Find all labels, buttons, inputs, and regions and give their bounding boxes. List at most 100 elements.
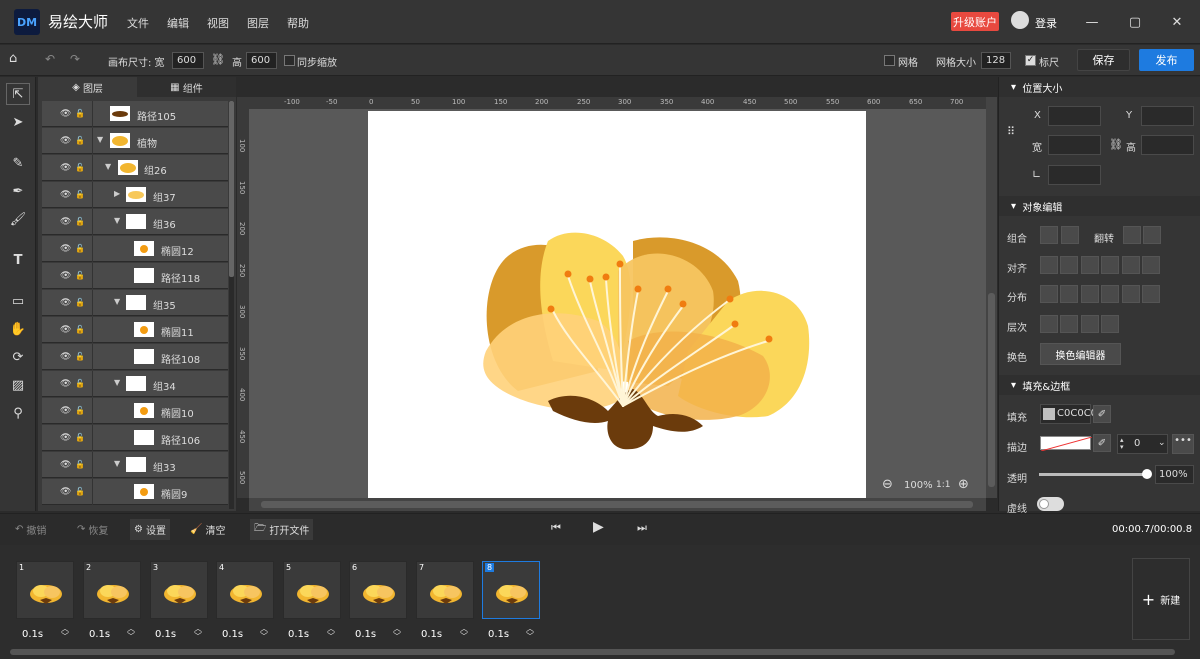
eye-icon[interactable]: 👁 <box>60 487 71 497</box>
link-icon[interactable]: ⛓ <box>211 53 225 66</box>
align-bottom-icon[interactable] <box>1142 256 1160 274</box>
skip-back-icon[interactable]: ⏮ <box>551 521 561 535</box>
eye-icon[interactable]: 👁 <box>60 406 71 416</box>
lock-icon[interactable]: 🔓 <box>75 433 85 442</box>
frame-duration[interactable]: 0.1s <box>22 629 43 640</box>
eye-icon[interactable]: 👁 <box>60 271 71 281</box>
eye-icon[interactable]: 👁 <box>60 190 71 200</box>
lock-icon[interactable]: 🔓 <box>75 271 85 280</box>
eye-icon[interactable]: 👁 <box>60 433 71 443</box>
new-frame-button[interactable]: + 新建 <box>1132 558 1190 640</box>
align-right-icon[interactable] <box>1081 256 1099 274</box>
flower-artwork[interactable] <box>368 111 866 498</box>
lock-icon[interactable]: 🔓 <box>75 406 85 415</box>
frame-thumbnail[interactable]: 4 <box>216 561 274 619</box>
layer-row[interactable]: 👁 🔓 ▼ 植物 <box>42 128 228 154</box>
stroke-width-select[interactable]: ▴ ▾ 0 ⌄ <box>1117 434 1168 454</box>
duration-stepper-icon[interactable]: ︿ ﹀ <box>393 625 401 641</box>
layer-row[interactable]: 👁 🔓 ▼ 组35 <box>42 290 228 316</box>
bring-forward-icon[interactable] <box>1060 315 1078 333</box>
minimize-icon[interactable]: — <box>1082 12 1102 32</box>
duration-stepper-icon[interactable]: ︿ ﹀ <box>260 625 268 641</box>
align-top-icon[interactable] <box>1101 256 1119 274</box>
more-options-icon[interactable]: ••• <box>1172 434 1194 454</box>
fill-stroke-header[interactable]: ▾ 填充&边框 <box>999 375 1200 395</box>
object-edit-header[interactable]: ▾ 对象编辑 <box>999 196 1200 216</box>
frame-thumbnail[interactable]: 7 <box>416 561 474 619</box>
lock-icon[interactable]: 🔓 <box>75 190 85 199</box>
link-proportion-icon[interactable]: ⛓ <box>1109 138 1123 151</box>
stroke-eyedropper-icon[interactable]: ✐ <box>1093 434 1111 452</box>
distribute-bottom-icon[interactable] <box>1142 285 1160 303</box>
publish-button[interactable]: 发布 <box>1139 49 1194 71</box>
user-avatar-icon[interactable] <box>1011 11 1029 29</box>
brush-icon[interactable]: 🖌 <box>6 208 30 230</box>
opacity-slider[interactable] <box>1039 469 1152 479</box>
undo-arrow-icon[interactable]: ↶ <box>45 52 55 66</box>
lock-icon[interactable]: 🔓 <box>75 136 85 145</box>
height-input[interactable] <box>1141 135 1194 155</box>
layers-scrollbar[interactable] <box>229 101 234 509</box>
layer-row[interactable]: 👁 🔓 椭圆12 <box>42 236 228 262</box>
menu-help[interactable]: 帮助 <box>287 15 309 31</box>
expand-chevron-down-icon[interactable]: ▼ <box>105 162 111 171</box>
send-to-back-icon[interactable] <box>1101 315 1119 333</box>
fill-eyedropper-icon[interactable]: ✐ <box>1093 405 1111 423</box>
layer-row[interactable]: 👁 🔓 椭圆10 <box>42 398 228 424</box>
frame-duration[interactable]: 0.1s <box>355 629 376 640</box>
hand-icon[interactable]: ✋ <box>6 318 30 340</box>
expand-chevron-down-icon[interactable]: ▼ <box>114 459 120 468</box>
anchor-grid-icon[interactable]: ⠿ <box>1007 125 1015 138</box>
gradient-icon[interactable]: ▨ <box>6 374 30 396</box>
lock-icon[interactable]: 🔓 <box>75 109 85 118</box>
frame-thumbnail[interactable]: 2 <box>83 561 141 619</box>
tab-layers[interactable]: ◈ 图层 <box>38 77 137 97</box>
ungroup-icon[interactable] <box>1061 226 1079 244</box>
eye-icon[interactable]: 👁 <box>60 109 71 119</box>
layer-row[interactable]: 👁 🔓 路径108 <box>42 344 228 370</box>
duration-stepper-icon[interactable]: ︿ ﹀ <box>460 625 468 641</box>
zoom-out-icon[interactable]: ⊖ <box>882 477 893 492</box>
color-editor-button[interactable]: 换色编辑器 <box>1040 343 1121 365</box>
redo-button[interactable]: ↷ 恢复 <box>77 522 108 537</box>
clear-button[interactable]: 🧹 清空 <box>190 522 225 537</box>
duration-stepper-icon[interactable]: ︿ ﹀ <box>327 625 335 641</box>
align-left-icon[interactable] <box>1040 256 1058 274</box>
eye-icon[interactable]: 👁 <box>60 163 71 173</box>
lock-icon[interactable]: 🔓 <box>75 325 85 334</box>
direct-select-icon[interactable]: ➤ <box>6 111 30 133</box>
maximize-icon[interactable]: ▢ <box>1125 12 1145 32</box>
duration-stepper-icon[interactable]: ︿ ﹀ <box>526 625 534 641</box>
rectangle-icon[interactable]: ▭ <box>6 290 30 312</box>
timeline-scrollbar[interactable] <box>10 649 1175 655</box>
zoom-in-icon[interactable]: ⊕ <box>958 477 969 492</box>
lock-icon[interactable]: 🔓 <box>75 487 85 496</box>
duration-stepper-icon[interactable]: ︿ ﹀ <box>61 625 69 641</box>
frame-duration[interactable]: 0.1s <box>89 629 110 640</box>
send-backward-icon[interactable] <box>1081 315 1099 333</box>
angle-input[interactable] <box>1048 165 1101 185</box>
canvas-height-input[interactable]: 600 <box>246 52 277 69</box>
x-input[interactable] <box>1048 106 1101 126</box>
layer-row[interactable]: 👁 🔓 椭圆11 <box>42 317 228 343</box>
flip-horizontal-icon[interactable] <box>1123 226 1141 244</box>
eye-icon[interactable]: 👁 <box>60 460 71 470</box>
zoom-icon[interactable]: ⚲ <box>6 402 30 424</box>
canvas[interactable] <box>368 111 866 498</box>
eye-icon[interactable]: 👁 <box>60 217 71 227</box>
expand-chevron-down-icon[interactable]: ▼ <box>114 297 120 306</box>
lock-icon[interactable]: 🔓 <box>75 217 85 226</box>
bring-to-front-icon[interactable] <box>1040 315 1058 333</box>
eye-icon[interactable]: 👁 <box>60 244 71 254</box>
frame-duration[interactable]: 0.1s <box>222 629 243 640</box>
pen-add-icon[interactable]: ✒ <box>6 180 30 202</box>
frame-thumbnail[interactable]: 3 <box>150 561 208 619</box>
expand-chevron-right-icon[interactable]: ▶ <box>114 189 120 198</box>
frame-thumbnail-selected[interactable]: 8 <box>482 561 540 619</box>
frame-duration[interactable]: 0.1s <box>288 629 309 640</box>
menu-layer[interactable]: 图层 <box>247 15 269 31</box>
lock-icon[interactable]: 🔓 <box>75 352 85 361</box>
eye-icon[interactable]: 👁 <box>60 352 71 362</box>
play-icon[interactable]: ▶ <box>593 519 604 535</box>
frame-thumbnail[interactable]: 5 <box>283 561 341 619</box>
